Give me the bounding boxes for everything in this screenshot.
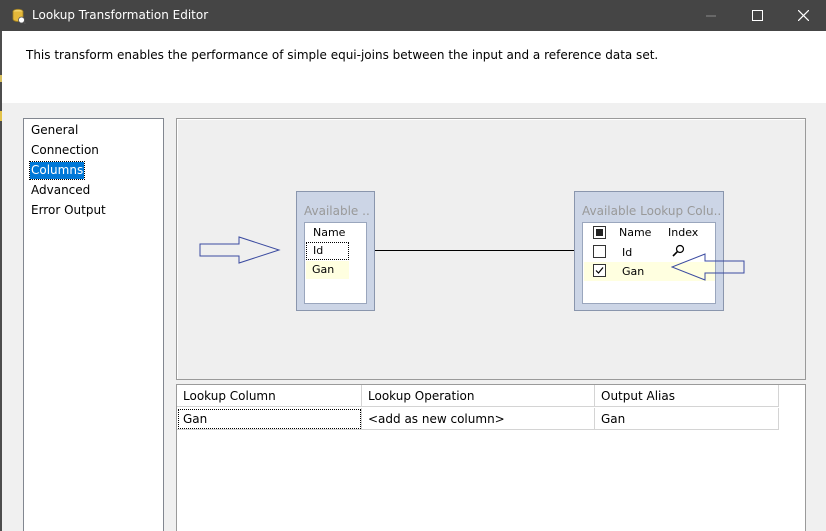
page-navigation-list: General Connection Columns Advanced Erro… [23,118,164,531]
column-header-index: Index [668,226,699,239]
table-caption: Available Lookup Colu... [582,204,720,218]
maximize-icon [751,10,763,21]
cell-lookup-operation[interactable]: <add as new column> [362,408,595,430]
lookup-column-gan[interactable]: Gan [622,265,644,278]
minimize-icon [706,15,716,16]
input-column-id[interactable]: Id [306,242,349,260]
header-lookup-operation[interactable]: Lookup Operation [362,385,595,407]
close-icon [797,10,809,21]
table-caption: Available ... [304,204,370,218]
maximize-button[interactable] [734,0,780,31]
join-line[interactable] [375,250,585,251]
database-icon [12,8,26,24]
checkmark-icon [595,267,604,274]
header-lookup-column[interactable]: Lookup Column [177,385,362,407]
title-bar: Lookup Transformation Editor [0,0,826,31]
lookup-columns-mapping-grid: Lookup Column Lookup Operation Output Al… [176,384,806,531]
annotation-arrow-left-icon [671,253,745,281]
cell-lookup-column[interactable]: Gan [177,408,362,430]
minimize-button[interactable] [688,0,734,31]
available-input-columns-table[interactable]: Available ... Name Id Gan [296,191,375,311]
lookup-column-id-checkbox[interactable] [593,245,606,258]
description-text: This transform enables the performance o… [26,48,659,62]
column-mapping-diagram: Available ... Name Id Gan Available Look… [176,118,806,380]
input-columns-grid: Name Id Gan [304,222,367,304]
nav-item-advanced[interactable]: Advanced [30,182,91,199]
nav-item-connection[interactable]: Connection [30,142,100,159]
nav-item-error-output[interactable]: Error Output [30,202,107,219]
background-window-edge [0,31,2,531]
edge-marker [0,111,2,121]
close-button[interactable] [780,0,826,31]
nav-item-columns[interactable]: Columns [28,161,86,180]
cell-output-alias[interactable]: Gan [595,408,779,430]
select-all-checkbox[interactable] [593,226,606,239]
available-lookup-columns-table[interactable]: Available Lookup Colu... Name Index Id G… [574,191,724,311]
nav-item-general[interactable]: General [30,122,79,139]
window-title: Lookup Transformation Editor [32,8,209,22]
lookup-column-id[interactable]: Id [622,246,632,259]
column-header-name: Name [619,226,652,239]
header-output-alias[interactable]: Output Alias [595,385,779,407]
annotation-arrow-right-icon [199,236,281,264]
lookup-column-gan-checkbox[interactable] [593,264,606,277]
input-column-gan[interactable]: Gan [312,263,334,276]
column-header-name: Name [313,226,346,239]
header-panel: This transform enables the performance o… [2,31,826,103]
